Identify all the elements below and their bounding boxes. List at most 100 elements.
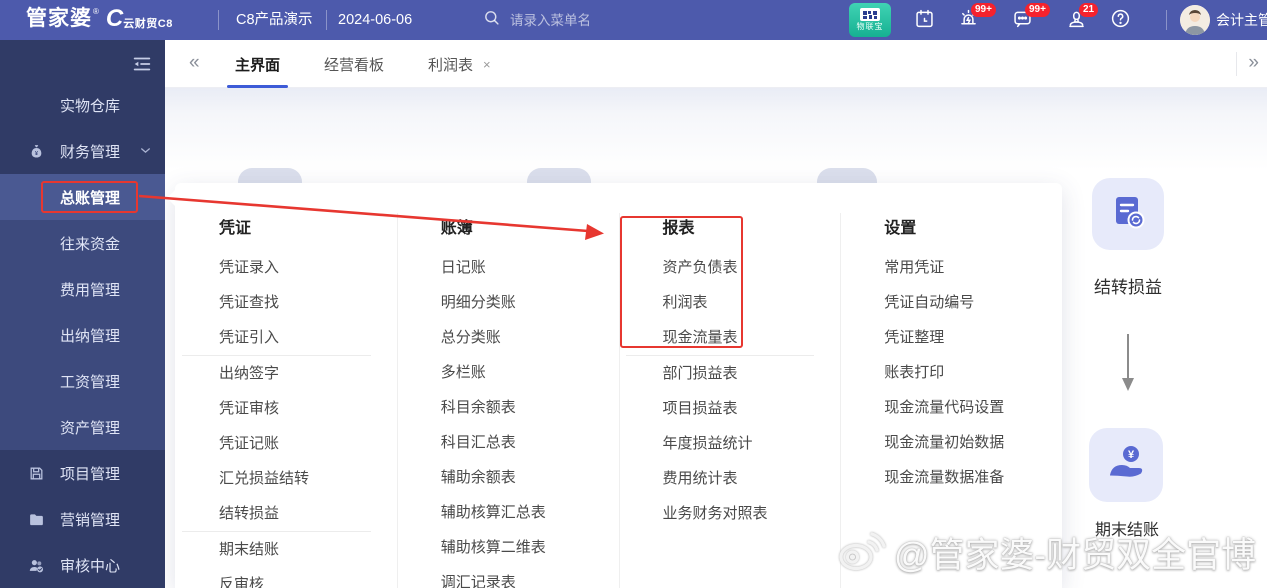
menu-search[interactable] [483, 0, 652, 40]
chevron-down-icon [139, 144, 152, 157]
sidebar-item-payroll-management[interactable]: 工资管理 [0, 358, 165, 404]
sidebar-item-label: 总账管理 [60, 189, 121, 207]
iot-treasure-button[interactable]: 物联宝 [849, 3, 891, 37]
shortcut-carry-forward[interactable] [1092, 178, 1164, 250]
environment-label: C8产品演示 [236, 12, 313, 28]
tab-profit[interactable]: 利润表 × [406, 40, 513, 88]
tab-dashboard[interactable]: 经营看板 [302, 40, 406, 88]
menu-item[interactable]: 凭证记账 [219, 426, 397, 461]
menu-item[interactable]: 出纳签字 [219, 356, 397, 391]
menu-item[interactable]: 科目余额表 [441, 390, 619, 425]
alarm-icon[interactable]: 99+ [958, 3, 996, 32]
tab-label: 利润表 [428, 56, 474, 74]
menu-item[interactable]: 年度损益统计 [663, 426, 841, 461]
menu-fold-icon[interactable] [131, 53, 153, 75]
header-divider [1166, 10, 1167, 30]
menu-item[interactable]: 辅助核算二维表 [441, 530, 619, 565]
menu-item[interactable]: 明细分类账 [441, 285, 619, 320]
menu-item[interactable]: 常用凭证 [884, 250, 1062, 285]
menu-item[interactable]: 辅助余额表 [441, 460, 619, 495]
menu-item[interactable]: 凭证自动编号 [884, 285, 1062, 320]
sidebar-item-general-ledger[interactable]: 总账管理 [0, 174, 165, 220]
sidebar-item-label: 审核中心 [60, 557, 121, 575]
menu-item[interactable]: 多栏账 [441, 355, 619, 390]
menu-item[interactable]: 利润表 [663, 285, 841, 320]
current-date: 2024-06-06 [338, 12, 413, 28]
menu-item[interactable]: 账表打印 [884, 355, 1062, 390]
message-icon[interactable]: 99+ [1012, 3, 1050, 32]
help-icon[interactable] [1110, 8, 1134, 32]
sidebar-item-label: 出纳管理 [60, 327, 121, 345]
panel-pointer [167, 190, 175, 206]
menu-item[interactable]: 现金流量初始数据 [884, 425, 1062, 460]
money-bag-icon: ¥ [28, 143, 45, 160]
menu-column-title-books: 账簿 [440, 220, 473, 237]
general-ledger-menu-panel: 凭证 凭证录入 凭证查找 凭证引入 出纳签字 凭证审核 凭证记账 汇兑损益结转 结转损益 期末结账… [175, 183, 1062, 588]
menu-item[interactable]: 费用统计表 [663, 461, 841, 496]
menu-item[interactable]: 调汇记录表 [441, 565, 619, 588]
notification-badge: 99+ [1025, 3, 1050, 17]
sidebar-item-physical-warehouse[interactable]: 实物仓库 [0, 82, 165, 128]
tabbar-divider [1236, 52, 1237, 76]
shortcut-period-end-closing[interactable]: ¥ [1089, 428, 1163, 502]
sidebar-item-asset-management[interactable]: 资产管理 [0, 404, 165, 450]
menu-column-title-reports: 报表 [662, 220, 695, 237]
qr-code-icon [860, 8, 880, 21]
tab-label: 主界面 [235, 56, 281, 74]
search-input[interactable] [508, 11, 652, 29]
seal-icon[interactable]: 21 [1066, 3, 1099, 32]
sidebar: 实物仓库 ¥ 财务管理总账管理往来资金 费用管理出纳管理工资管理资产管理项目管理营销管… [0, 40, 165, 588]
sidebar-item-cashier-management[interactable]: 出纳管理 [0, 312, 165, 358]
sidebar-item-label: 营销管理 [60, 511, 121, 529]
menu-item[interactable]: 凭证查找 [219, 285, 397, 320]
menu-item[interactable]: 现金流量表 [663, 320, 841, 355]
sidebar-item-label: 资产管理 [60, 419, 121, 437]
save-icon [28, 465, 45, 482]
menu-item[interactable]: 期末结账 [219, 532, 397, 567]
shortcut-carry-forward-label: 结转损益 [1094, 278, 1162, 297]
sidebar-item-marketing-management[interactable]: 营销管理 [0, 496, 165, 542]
menu-item[interactable]: 反审核 [219, 567, 397, 588]
sidebar-item-finance-management[interactable]: ¥ 财务管理 [0, 128, 165, 174]
tabs-scroll-left[interactable]: « [189, 40, 200, 88]
tab-label: 经营看板 [324, 56, 385, 74]
menu-item[interactable]: 日记账 [441, 250, 619, 285]
menu-item[interactable]: 总分类账 [441, 320, 619, 355]
logo-brand: 管家婆 [26, 7, 92, 30]
search-icon [483, 9, 500, 31]
header-divider [326, 10, 327, 30]
hand-coin-icon: ¥ [1104, 441, 1148, 490]
shortcut-period-end-closing-label: 期末结账 [1094, 522, 1159, 539]
close-icon[interactable]: × [483, 58, 491, 71]
menu-column-voucher: 凭证 凭证录入 凭证查找 凭证引入 出纳签字 凭证审核 凭证记账 汇兑损益结转 结转损益 期末结账… [175, 183, 397, 588]
user-avatar[interactable] [1180, 5, 1210, 35]
user-role-label[interactable]: 会计主管 [1216, 0, 1267, 40]
menu-item[interactable]: 结转损益 [219, 496, 397, 531]
menu-item[interactable]: 资产负债表 [663, 250, 841, 285]
sidebar-item-audit-center[interactable]: 审核中心 [0, 542, 165, 588]
tabs-scroll-right[interactable]: » [1248, 40, 1259, 88]
menu-item[interactable]: 部门损益表 [663, 356, 841, 391]
menu-item[interactable]: 凭证整理 [884, 320, 1062, 355]
sidebar-item-label: 实物仓库 [60, 97, 121, 115]
down-arrow-icon [1121, 334, 1135, 397]
menu-item[interactable]: 辅助核算汇总表 [441, 495, 619, 530]
sidebar-item-expense-management[interactable]: 费用管理 [0, 266, 165, 312]
menu-column-reports: 报表资产负债表 利润表 现金流量表 部门损益表 项目损益表 年度损益统计 费用统计表 业务财务… [618, 183, 841, 588]
menu-item[interactable]: 汇兑损益结转 [219, 461, 397, 496]
menu-item[interactable]: 凭证审核 [219, 391, 397, 426]
sidebar-item-project-management[interactable]: 项目管理 [0, 450, 165, 496]
menu-item[interactable]: 科目汇总表 [441, 425, 619, 460]
menu-item[interactable]: 凭证引入 [219, 320, 397, 355]
tab-home[interactable]: 主界面 [213, 40, 302, 88]
menu-item[interactable]: 现金流量代码设置 [884, 390, 1062, 425]
svg-text:¥: ¥ [1128, 449, 1135, 461]
calendar-icon[interactable] [914, 8, 938, 32]
tab-bar: « 主界面 经营看板 利润表 × » [165, 40, 1267, 88]
iot-treasure-label: 物联宝 [856, 22, 884, 31]
menu-item[interactable]: 凭证录入 [219, 250, 397, 285]
sidebar-item-current-funds[interactable]: 往来资金 [0, 220, 165, 266]
menu-item[interactable]: 业务财务对照表 [663, 496, 841, 531]
menu-item[interactable]: 现金流量数据准备 [884, 460, 1062, 495]
menu-item[interactable]: 项目损益表 [663, 391, 841, 426]
